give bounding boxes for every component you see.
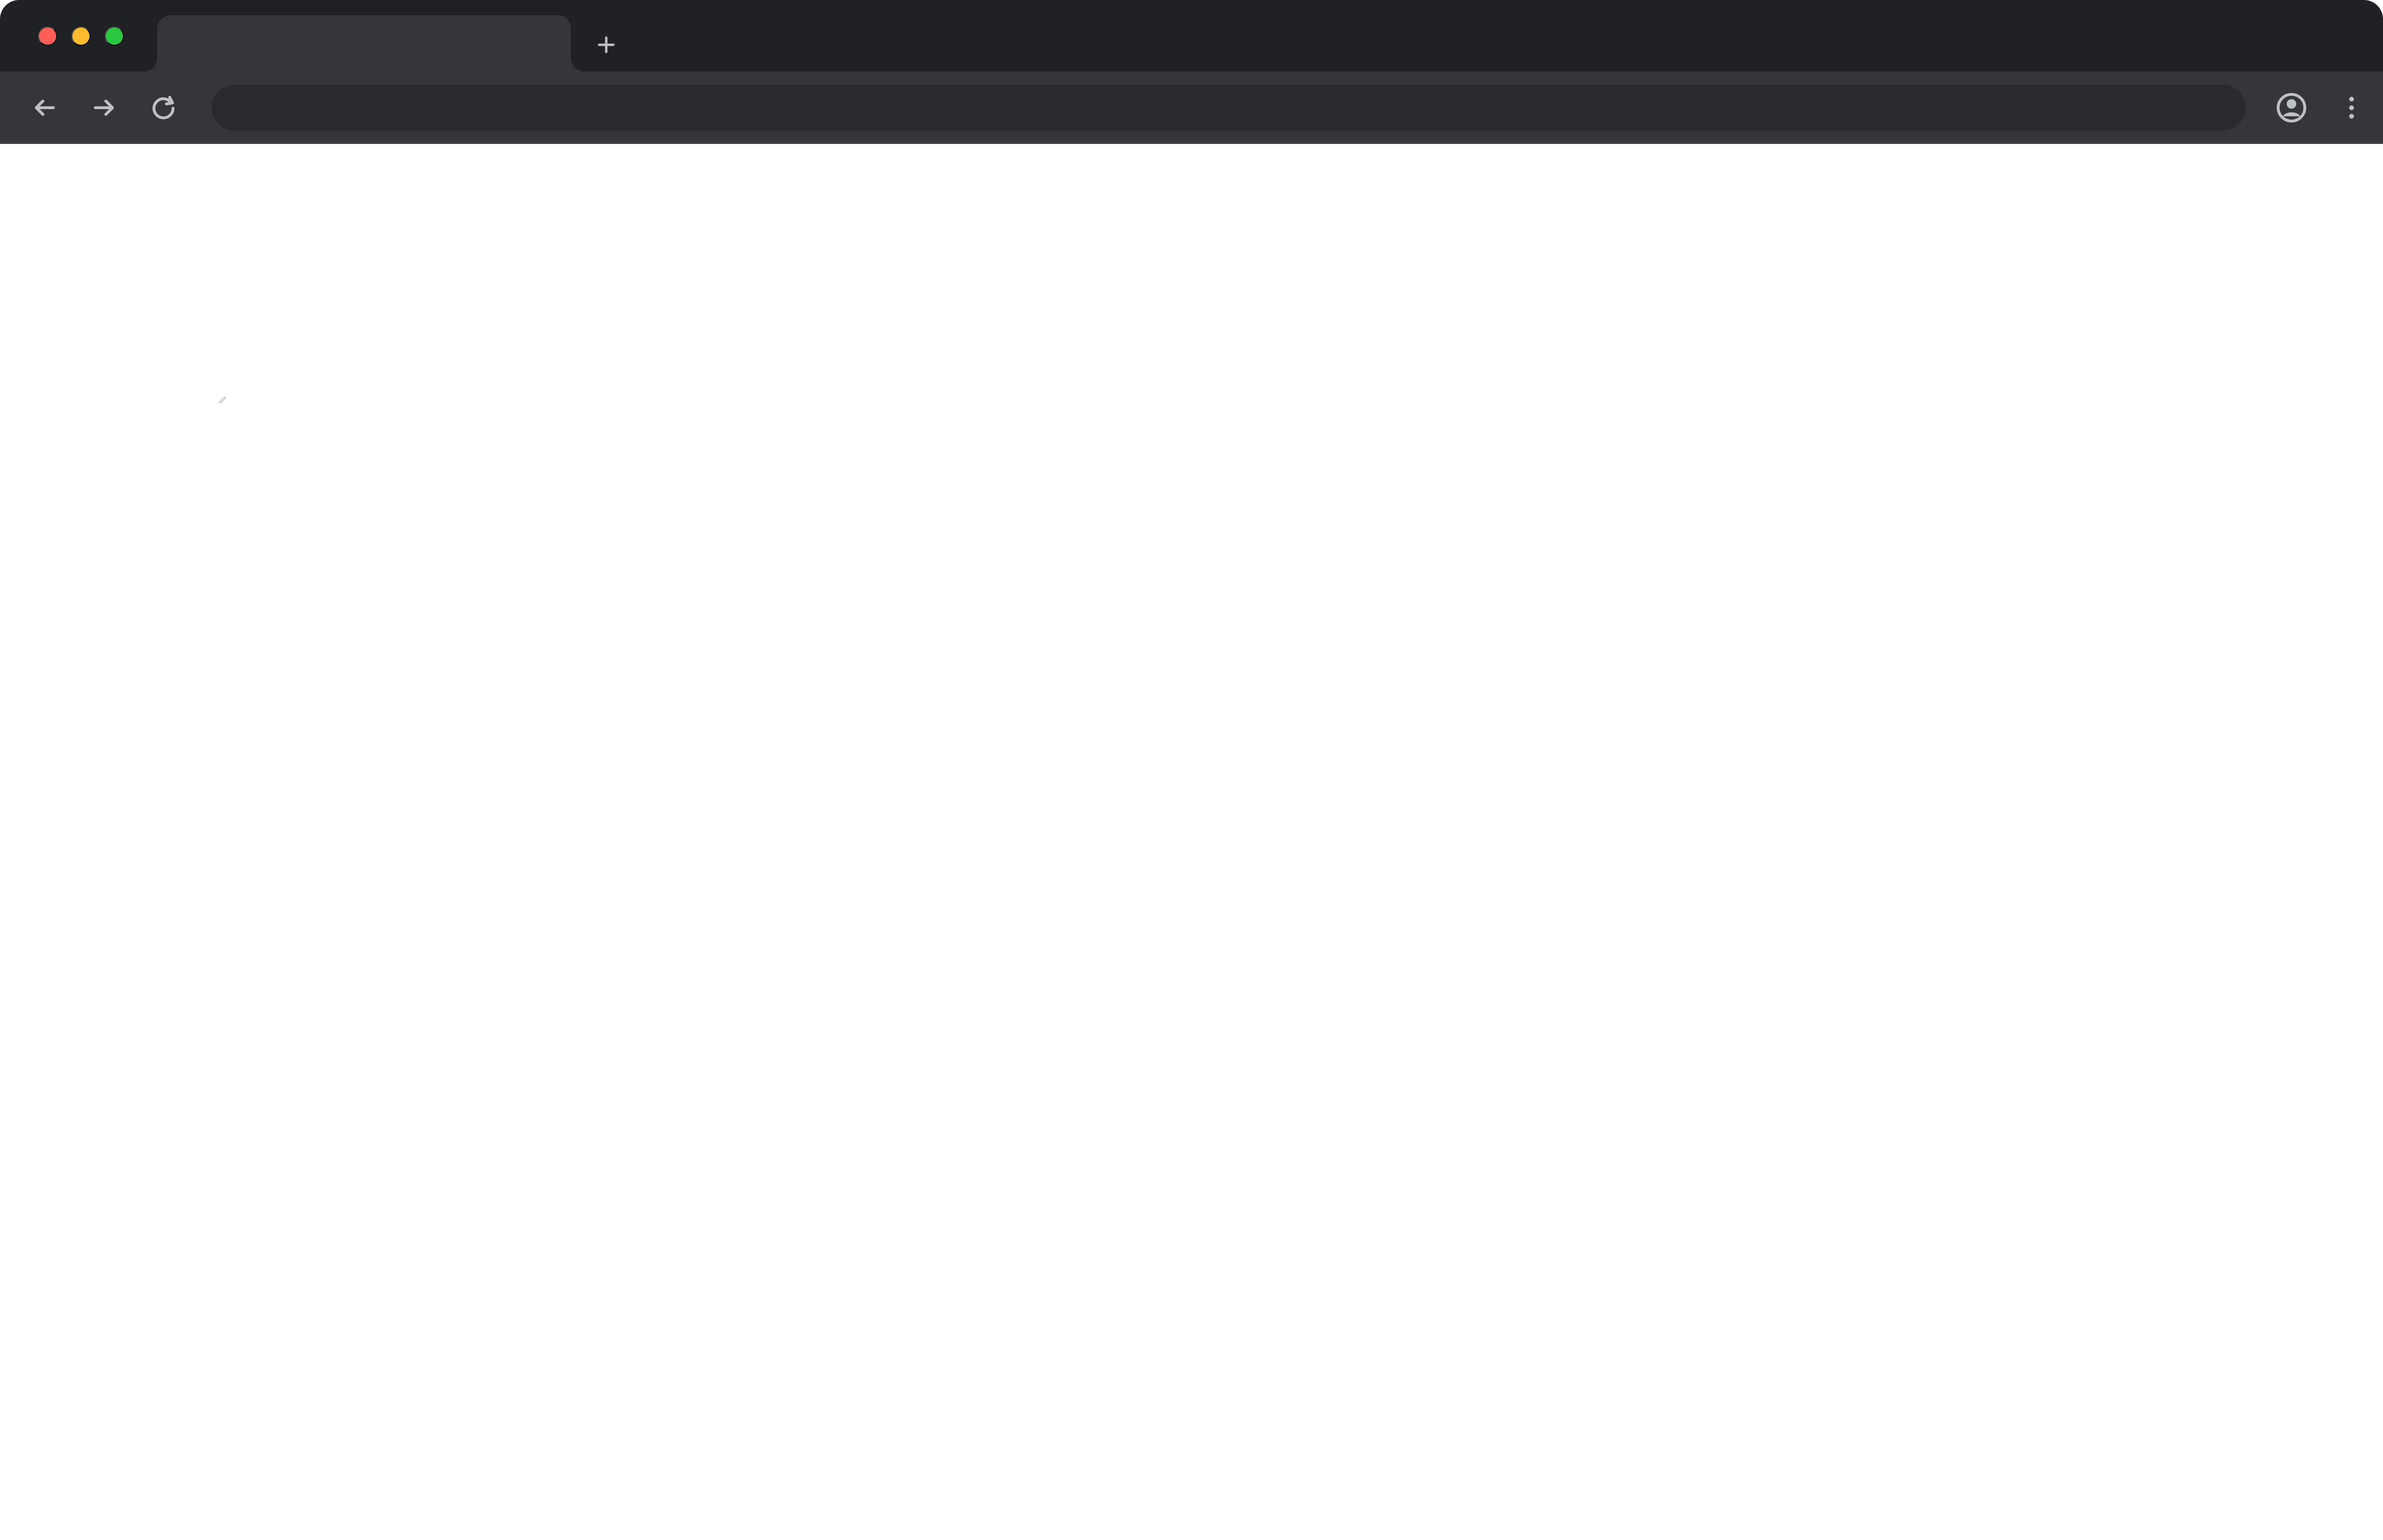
- address-bar[interactable]: [212, 84, 2246, 131]
- vertical-dots-icon: [2342, 91, 2361, 125]
- window-maximize-button[interactable]: [105, 27, 124, 46]
- browser-toolbar: [0, 71, 2383, 144]
- webpage-content: [0, 144, 2383, 1540]
- address-input[interactable]: [240, 84, 2217, 131]
- new-tab-button[interactable]: [593, 31, 620, 58]
- plus-icon: [596, 35, 616, 55]
- active-tab[interactable]: [144, 15, 584, 71]
- reload-icon: [149, 92, 179, 123]
- arrow-right-icon: [89, 92, 119, 123]
- active-tab-right-curve: [571, 58, 584, 71]
- menu-button[interactable]: [2332, 89, 2371, 127]
- profile-button[interactable]: [2272, 89, 2311, 127]
- window-close-button[interactable]: [38, 27, 57, 46]
- profile-icon: [2274, 91, 2309, 125]
- tab-strip: [0, 0, 2383, 71]
- window-minimize-button[interactable]: [71, 27, 91, 46]
- reload-button[interactable]: [145, 89, 183, 127]
- active-tab-left-curve: [144, 58, 157, 71]
- forward-button[interactable]: [85, 89, 123, 127]
- faint-mark: [218, 396, 227, 404]
- browser-window: [0, 0, 2383, 1540]
- arrow-left-icon: [30, 92, 60, 123]
- back-button[interactable]: [26, 89, 64, 127]
